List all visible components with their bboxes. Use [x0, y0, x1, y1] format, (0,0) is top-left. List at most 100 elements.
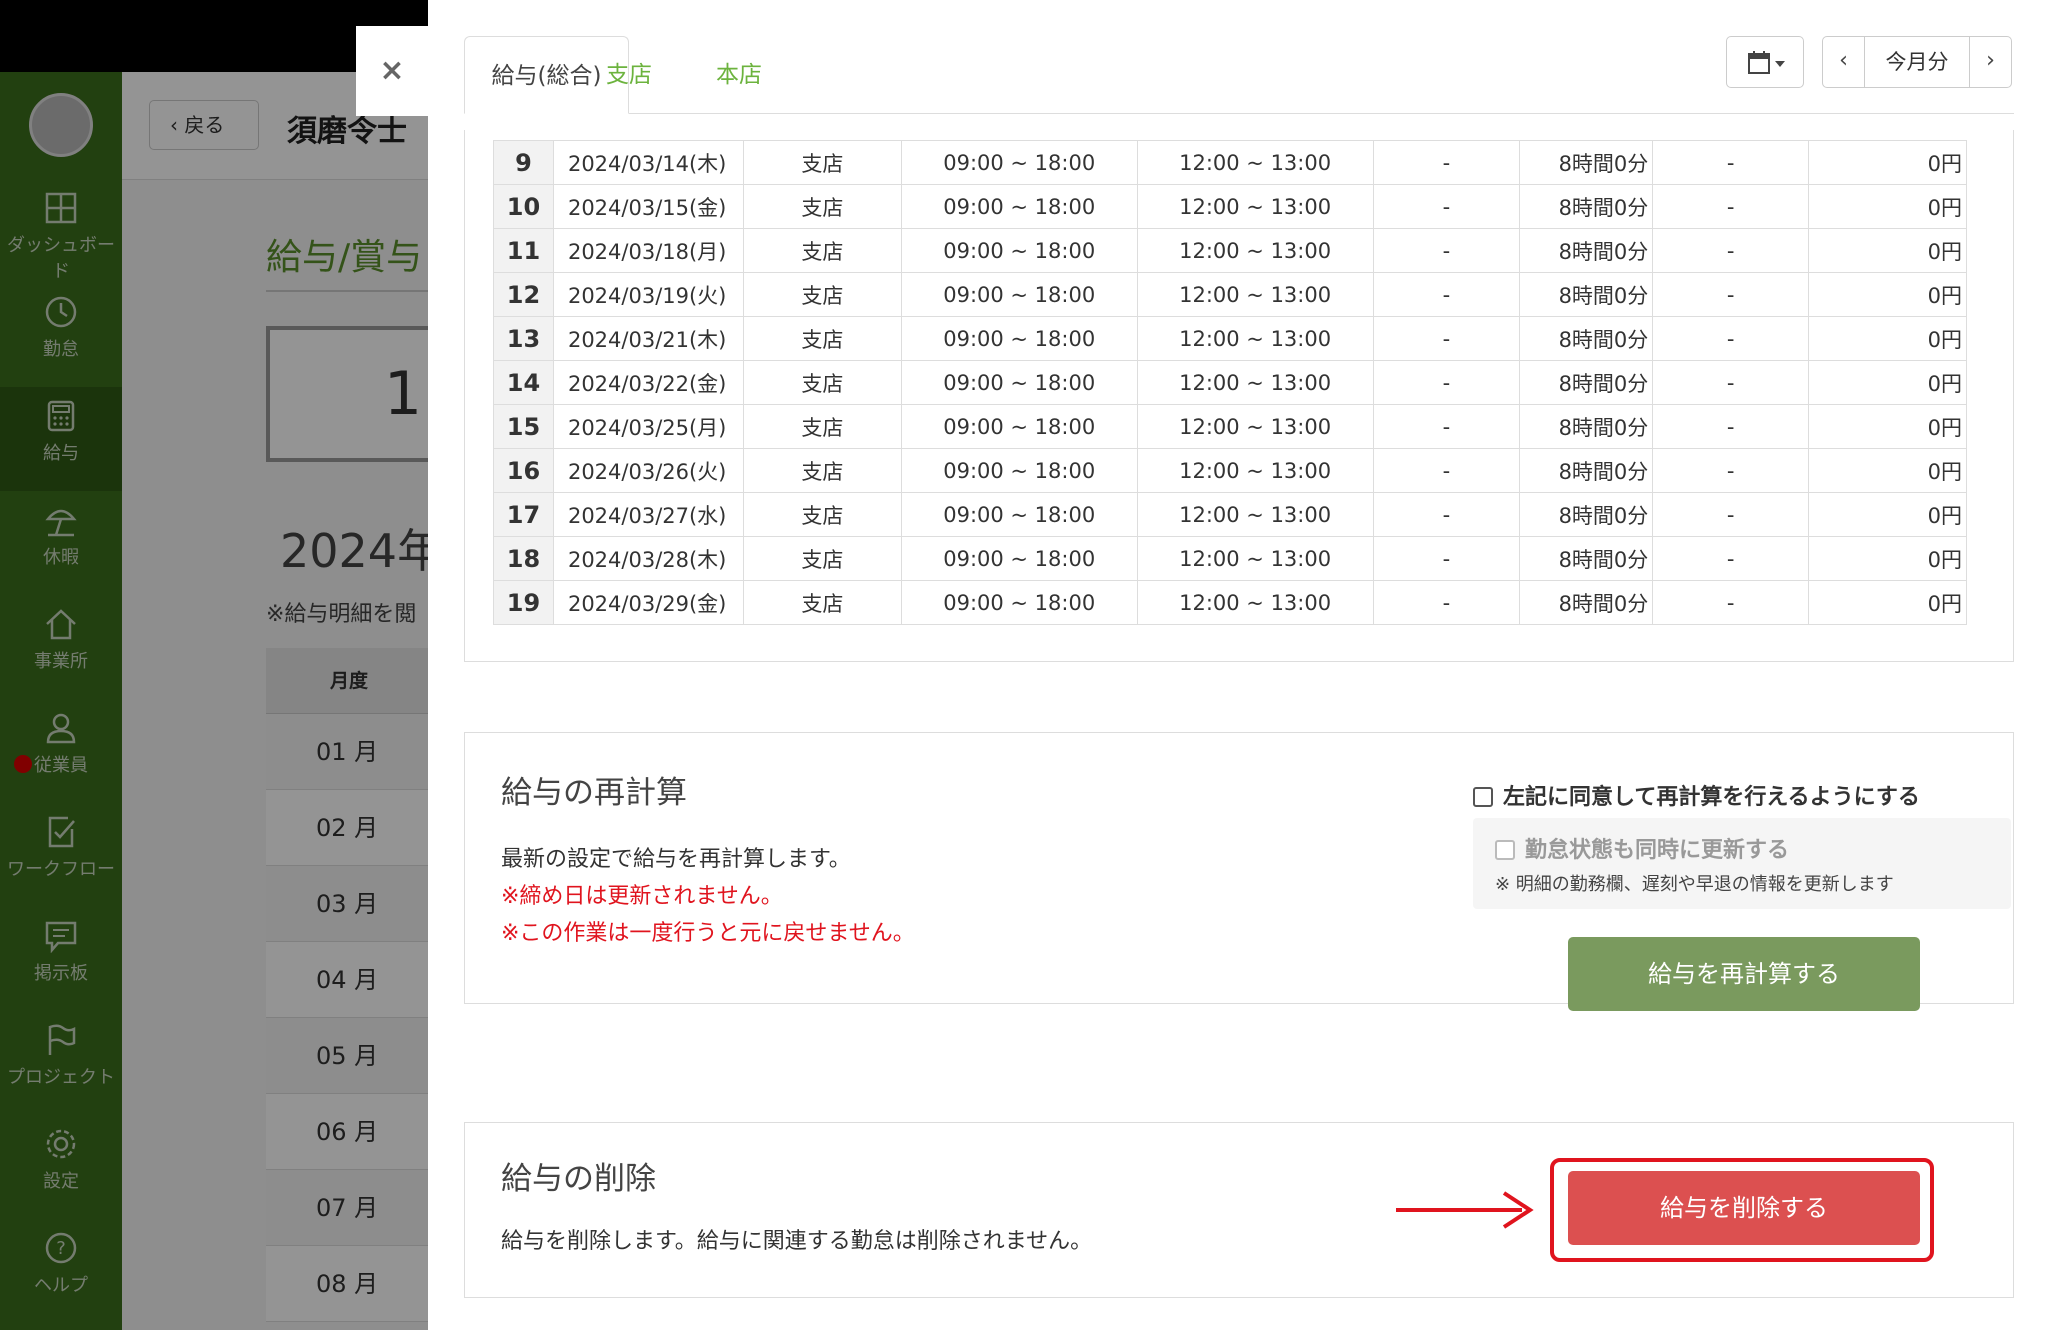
recalc-warning-irreversible: ※この作業は一度行うと元に戻せません。: [501, 921, 915, 946]
cell-break: 12:00 ~ 13:00: [1136, 360, 1374, 405]
current-period-button[interactable]: 今月分: [1865, 37, 1969, 87]
cell-d1: -: [1372, 140, 1521, 185]
cell-shop: 支店: [742, 404, 902, 449]
cell-no: 12: [493, 272, 554, 317]
cell-hours: 8時間0分: [1519, 272, 1654, 317]
cell-d2: -: [1652, 228, 1810, 273]
cell-no: 18: [493, 536, 554, 581]
cell-work: 09:00 ~ 18:00: [900, 492, 1138, 537]
cell-work: 09:00 ~ 18:00: [900, 272, 1138, 317]
table-row: 16 2024/03/26(火) 支店 09:00 ~ 18:00 12:00 ~ 13…: [493, 448, 1967, 493]
table-row: 12 2024/03/19(火) 支店 09:00 ~ 18:00 12:00 ~ 13…: [493, 272, 1967, 317]
cell-hours: 8時間0分: [1519, 536, 1654, 581]
table-row: 13 2024/03/21(木) 支店 09:00 ~ 18:00 12:00 ~ 13…: [493, 316, 1967, 361]
delete-title: 給与の削除: [501, 1161, 656, 1197]
cell-hours: 8時間0分: [1519, 448, 1654, 493]
cell-work: 09:00 ~ 18:00: [900, 228, 1138, 273]
cell-amount: 0円: [1808, 316, 1967, 361]
cell-break: 12:00 ~ 13:00: [1136, 404, 1374, 449]
cell-amount: 0円: [1808, 448, 1967, 493]
cell-work: 09:00 ~ 18:00: [900, 360, 1138, 405]
cell-amount: 0円: [1808, 404, 1967, 449]
recalc-warning-closing-date: ※締め日は更新されません。: [501, 884, 783, 909]
tab-payroll-total[interactable]: 給与(総合): [464, 36, 629, 114]
delete-panel: 給与の削除 給与を削除します。給与に関連する勤怠は削除されません。 給与を削除す…: [464, 1122, 2014, 1298]
tabs-divider: [464, 113, 2014, 114]
cell-break: 12:00 ~ 13:00: [1136, 448, 1374, 493]
cell-date: 2024/03/26(火): [552, 448, 744, 493]
recalc-description: 最新の設定で給与を再計算します。: [501, 847, 851, 872]
cell-shop: 支店: [742, 580, 902, 625]
update-attendance-note: ※ 明細の勤務欄、遅刻や早退の情報を更新します: [1495, 874, 1894, 895]
table-row: 10 2024/03/15(金) 支店 09:00 ~ 18:00 12:00 ~ 13…: [493, 184, 1967, 229]
cell-no: 17: [493, 492, 554, 537]
cell-amount: 0円: [1808, 360, 1967, 405]
cell-break: 12:00 ~ 13:00: [1136, 316, 1374, 361]
cell-hours: 8時間0分: [1519, 184, 1654, 229]
cell-date: 2024/03/27(水): [552, 492, 744, 537]
cell-date: 2024/03/18(月): [552, 228, 744, 273]
cell-d1: -: [1372, 184, 1521, 229]
cell-amount: 0円: [1808, 492, 1967, 537]
cell-amount: 0円: [1808, 140, 1967, 185]
table-row: 17 2024/03/27(水) 支店 09:00 ~ 18:00 12:00 ~ 13…: [493, 492, 1967, 537]
update-attendance-checkbox: 勤怠状態も同時に更新する: [1495, 832, 1789, 864]
recalc-panel: 給与の再計算 最新の設定で給与を再計算します。 ※締め日は更新されません。 ※こ…: [464, 732, 2014, 1011]
cell-date: 2024/03/28(木): [552, 536, 744, 581]
close-icon[interactable]: ×: [356, 26, 428, 116]
calendar-dropdown-button[interactable]: [1726, 36, 1804, 88]
cell-date: 2024/03/21(木): [552, 316, 744, 361]
arrow-right-icon: [1396, 1191, 1534, 1229]
delete-payroll-button[interactable]: 給与を削除する: [1568, 1171, 1920, 1245]
cell-shop: 支店: [742, 316, 902, 361]
period-navigation: ‹ 今月分 ›: [1822, 36, 2012, 88]
cell-hours: 8時間0分: [1519, 492, 1654, 537]
previous-period-button[interactable]: ‹: [1823, 37, 1865, 87]
delete-description: 給与を削除します。給与に関連する勤怠は削除されません。: [501, 1229, 1093, 1254]
cell-break: 12:00 ~ 13:00: [1136, 184, 1374, 229]
tab-branch[interactable]: 支店: [606, 36, 652, 114]
cell-break: 12:00 ~ 13:00: [1136, 140, 1374, 185]
cell-no: 9: [493, 140, 554, 185]
cell-d1: -: [1372, 360, 1521, 405]
cell-shop: 支店: [742, 448, 902, 493]
cell-date: 2024/03/29(金): [552, 580, 744, 625]
cell-no: 13: [493, 316, 554, 361]
table-row: 18 2024/03/28(木) 支店 09:00 ~ 18:00 12:00 ~ 13…: [493, 536, 1967, 581]
cell-work: 09:00 ~ 18:00: [900, 580, 1138, 625]
tab-head-office[interactable]: 本店: [716, 36, 762, 114]
checkbox-icon[interactable]: [1473, 787, 1493, 807]
cell-shop: 支店: [742, 228, 902, 273]
cell-amount: 0円: [1808, 580, 1967, 625]
cell-date: 2024/03/14(木): [552, 140, 744, 185]
table-row: 14 2024/03/22(金) 支店 09:00 ~ 18:00 12:00 ~ 13…: [493, 360, 1967, 405]
cell-break: 12:00 ~ 13:00: [1136, 536, 1374, 581]
cell-d2: -: [1652, 536, 1810, 581]
checkbox-icon: [1495, 840, 1515, 860]
table-row: 19 2024/03/29(金) 支店 09:00 ~ 18:00 12:00 ~ 13…: [493, 580, 1967, 625]
recalc-title: 給与の再計算: [501, 775, 687, 811]
cell-date: 2024/03/19(火): [552, 272, 744, 317]
update-attendance-option: 勤怠状態も同時に更新する ※ 明細の勤務欄、遅刻や早退の情報を更新します: [1473, 818, 2011, 909]
cell-no: 10: [493, 184, 554, 229]
cell-hours: 8時間0分: [1519, 404, 1654, 449]
cell-work: 09:00 ~ 18:00: [900, 448, 1138, 493]
cell-work: 09:00 ~ 18:00: [900, 184, 1138, 229]
cell-d2: -: [1652, 184, 1810, 229]
cell-shop: 支店: [742, 272, 902, 317]
table-row: 15 2024/03/25(月) 支店 09:00 ~ 18:00 12:00 ~ 13…: [493, 404, 1967, 449]
recalculate-payroll-button[interactable]: 給与を再計算する: [1568, 937, 1920, 1011]
cell-no: 19: [493, 580, 554, 625]
cell-d1: -: [1372, 404, 1521, 449]
cell-no: 11: [493, 228, 554, 273]
cell-d2: -: [1652, 272, 1810, 317]
calendar-icon: [1748, 51, 1785, 74]
cell-d1: -: [1372, 316, 1521, 361]
cell-d2: -: [1652, 448, 1810, 493]
cell-no: 16: [493, 448, 554, 493]
agree-checkbox[interactable]: 左記に同意して再計算を行えるようにする: [1473, 779, 1920, 811]
next-period-button[interactable]: ›: [1969, 37, 2011, 87]
table-row: 9 2024/03/14(木) 支店 09:00 ~ 18:00 12:00 ~ 13:…: [493, 140, 1967, 185]
cell-break: 12:00 ~ 13:00: [1136, 272, 1374, 317]
cell-d2: -: [1652, 580, 1810, 625]
